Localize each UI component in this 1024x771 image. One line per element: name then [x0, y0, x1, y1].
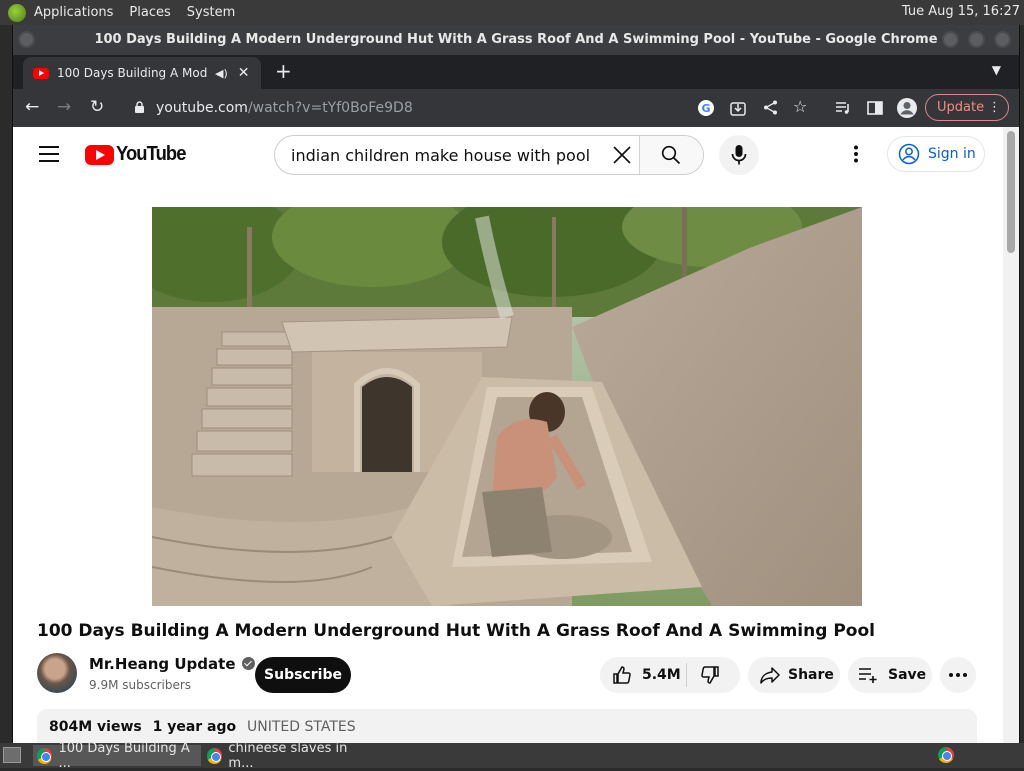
taskbar-item-youtube[interactable]: 100 Days Building A ...: [33, 741, 201, 771]
svg-text:G: G: [701, 102, 710, 115]
like-button[interactable]: 5.4M: [600, 657, 681, 693]
chrome-icon: [37, 747, 53, 764]
voice-search-button[interactable]: [719, 135, 759, 175]
media-control-icon[interactable]: [835, 100, 851, 116]
microphone-icon: [731, 145, 747, 165]
search-icon: [661, 145, 681, 165]
subscriber-count: 9.9M subscribers: [89, 678, 192, 692]
speaker-icon[interactable]: ◀): [215, 67, 228, 80]
profile-avatar-icon[interactable]: [896, 97, 918, 119]
dislike-button[interactable]: [700, 665, 720, 689]
save-button[interactable]: Save: [848, 657, 932, 693]
show-desktop-icon[interactable]: [3, 747, 21, 763]
back-button[interactable]: ←: [25, 97, 39, 117]
address-bar[interactable]: youtube.com/watch?v=tYf0BoFe9D8: [123, 93, 713, 123]
bookmark-star-icon[interactable]: ☆: [793, 97, 807, 117]
clock[interactable]: Tue Aug 15, 16:27: [902, 4, 1020, 19]
chrome-icon: [207, 747, 223, 764]
install-app-icon[interactable]: [730, 100, 746, 116]
video-player[interactable]: [152, 207, 862, 606]
more-horizontal-icon: [949, 673, 967, 677]
scrollbar-thumb[interactable]: [1007, 131, 1015, 253]
hamburger-menu-icon[interactable]: [39, 146, 59, 162]
maximize-button[interactable]: [968, 31, 985, 48]
youtube-page: YouTube indian children make house with …: [13, 127, 1003, 743]
url-text[interactable]: youtube.com/watch?v=tYf0BoFe9D8: [156, 100, 413, 116]
share-arrow-icon: [760, 667, 780, 684]
workspace-switcher[interactable]: [938, 747, 960, 767]
forward-button[interactable]: →: [57, 97, 71, 117]
applications-menu[interactable]: Applications: [34, 5, 113, 20]
thumbs-up-icon: [613, 666, 631, 684]
video-title: 100 Days Building A Modern Underground H…: [37, 621, 875, 641]
taskbar: 100 Days Building A ... chineese slaves …: [0, 741, 1024, 771]
page-scrollbar[interactable]: [1003, 127, 1019, 743]
verified-badge-icon: [241, 657, 255, 670]
new-tab-button[interactable]: +: [275, 61, 292, 81]
top-panel: Applications Places System Tue Aug 15, 1…: [0, 0, 1024, 25]
more-actions-button[interactable]: [940, 657, 976, 693]
window-menu-button[interactable]: [18, 31, 35, 48]
share-page-icon[interactable]: [763, 100, 778, 115]
tab-strip: 100 Days Building A Modern Underground H…: [13, 55, 1019, 89]
view-count: 804M views: [49, 719, 142, 735]
lock-icon: [135, 101, 144, 113]
tab-youtube[interactable]: 100 Days Building A Modern Underground H…: [23, 57, 261, 89]
browser-toolbar: ← → ↻ youtube.com/watch?v=tYf0BoFe9D8 G …: [13, 89, 1019, 127]
thumbs-down-icon: [701, 666, 719, 684]
window-titlebar[interactable]: 100 Days Building A Modern Underground H…: [13, 25, 1019, 55]
close-window-button[interactable]: [994, 31, 1011, 48]
settings-more-icon[interactable]: [853, 145, 859, 163]
reload-button[interactable]: ↻: [90, 97, 104, 117]
share-button[interactable]: Share: [748, 657, 840, 693]
close-tab-icon[interactable]: ✕: [238, 65, 250, 81]
taskbar-item-search[interactable]: chineese slaves in m...: [203, 741, 371, 771]
window-title: 100 Days Building A Modern Underground H…: [94, 32, 938, 47]
description-box[interactable]: 804M views 1 year ago UNITED STATES: [37, 709, 977, 743]
like-dislike-group: 5.4M: [600, 657, 740, 693]
tab-search-chevron-icon[interactable]: ▼: [992, 63, 1001, 77]
minimize-button[interactable]: [942, 31, 959, 48]
chrome-update-button[interactable]: Update ⋮: [925, 94, 1009, 121]
youtube-header: YouTube indian children make house with …: [13, 127, 1003, 183]
subscribe-button[interactable]: Subscribe: [255, 657, 351, 693]
upload-age: 1 year ago: [152, 719, 237, 735]
chrome-menu-icon[interactable]: ⋮: [988, 95, 1001, 120]
chrome-window: 100 Days Building A Modern Underground H…: [12, 25, 1020, 743]
search-input[interactable]: indian children make house with pool: [291, 146, 591, 165]
channel-name[interactable]: Mr.Heang Update: [89, 655, 255, 673]
video-meta: 804M views 1 year ago UNITED STATES: [49, 719, 356, 735]
video-country: UNITED STATES: [247, 719, 356, 735]
account-icon: [898, 143, 920, 165]
tab-title: 100 Days Building A Modern Underground H…: [57, 66, 207, 80]
youtube-favicon-icon: [33, 67, 49, 79]
youtube-play-icon: [85, 144, 114, 165]
youtube-logo[interactable]: YouTube: [85, 143, 192, 166]
chrome-icon: [938, 747, 954, 763]
like-divider: [686, 663, 687, 687]
search-box: indian children make house with pool: [274, 135, 704, 175]
distro-logo-icon[interactable]: [8, 3, 26, 22]
places-menu[interactable]: Places: [129, 5, 170, 20]
system-menu[interactable]: System: [187, 5, 235, 20]
search-button[interactable]: [639, 136, 703, 174]
google-lens-icon[interactable]: G: [697, 99, 715, 117]
add-to-playlist-icon: [859, 668, 877, 683]
sign-in-button[interactable]: Sign in: [887, 136, 985, 172]
channel-avatar[interactable]: [37, 653, 77, 693]
clear-search-icon[interactable]: [611, 144, 633, 166]
side-panel-icon[interactable]: [867, 100, 883, 116]
